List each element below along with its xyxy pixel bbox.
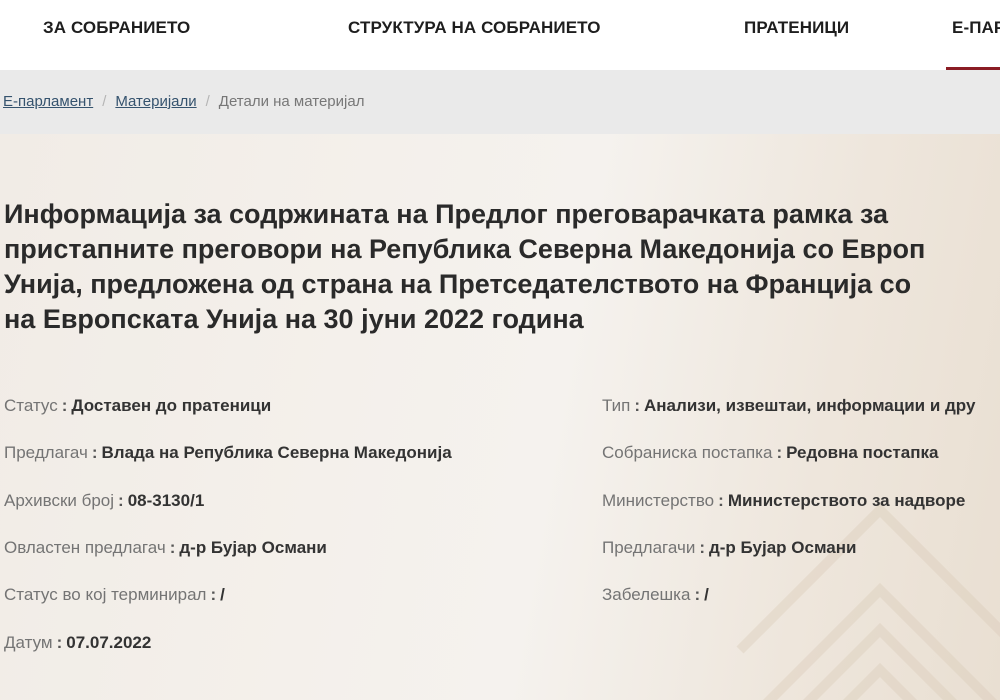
breadcrumb-bar: Е-парламент / Материјали / Детали на материј… <box>0 70 1000 134</box>
breadcrumb-link-e-parliament[interactable]: Е-парламент <box>3 93 93 110</box>
field-colon: : <box>91 443 98 462</box>
nav-item-mps[interactable]: ПРАТЕНИЦИ <box>744 18 849 38</box>
field-colon: : <box>776 443 783 462</box>
field-label: Собраниска постапка <box>602 443 773 462</box>
field-label: Статус во кој терминирал <box>4 585 207 604</box>
material-title: Информација за содржината на Предлог пре… <box>4 197 1000 337</box>
nav-item-about-assembly[interactable]: ЗА СОБРАНИЕТО <box>43 18 190 38</box>
field-type: Тип: Анализи, извештаи, информации и дру <box>602 396 975 416</box>
field-archive-number: Архивски број:08-3130/1 <box>4 491 204 511</box>
field-colon: : <box>718 491 724 510</box>
field-colon: : <box>634 396 641 415</box>
page: ЗА СОБРАНИЕТО СТРУКТУРА НА СОБРАНИЕТО ПР… <box>0 0 1000 700</box>
field-label: Забелешка <box>602 585 691 604</box>
field-colon: : <box>61 396 68 415</box>
field-label: Предлагачи <box>602 538 696 557</box>
field-proposer: Предлагач: Влада на Република Северна Мак… <box>4 443 452 463</box>
field-label: Тип <box>602 396 631 415</box>
material-details: Информација за содржината на Предлог пре… <box>0 134 1000 700</box>
field-assembly-procedure: Собраниска постапка: Редовна постапка <box>602 443 938 463</box>
field-value: 08-3130/1 <box>127 491 205 510</box>
field-value: / <box>220 585 225 604</box>
material-title-line: Информација за содржината на Предлог пре… <box>4 199 889 229</box>
field-label: Статус <box>4 396 58 415</box>
nav-item-assembly-structure[interactable]: СТРУКТУРА НА СОБРАНИЕТО <box>348 18 601 38</box>
field-label: Датум <box>4 633 53 652</box>
field-colon: : <box>210 585 217 604</box>
field-terminated-status: Статус во кој терминирал: / <box>4 585 225 605</box>
field-date: Датум:07.07.2022 <box>4 633 151 653</box>
field-value: / <box>704 585 709 604</box>
field-colon: : <box>118 491 124 510</box>
field-colon: : <box>694 585 701 604</box>
field-value: 07.07.2022 <box>66 633 152 652</box>
field-value: Анализи, извештаи, информации и дру <box>644 396 976 415</box>
nav-item-e-parliament[interactable]: Е-ПАРЛАМЕНТ <box>952 18 1000 38</box>
field-value: д-р Бујар Османи <box>708 538 857 557</box>
field-colon: : <box>169 538 176 557</box>
field-note: Забелешка: / <box>602 585 709 605</box>
breadcrumb-link-materials[interactable]: Материјали <box>115 93 196 110</box>
field-colon: : <box>56 633 63 652</box>
material-title-line: Унија, предложена од страна на Претседат… <box>4 269 912 299</box>
field-value: д-р Бујар Османи <box>179 538 327 557</box>
field-status: Статус: Доставен до пратеници <box>4 396 271 416</box>
field-label: Архивски број <box>4 491 115 510</box>
breadcrumb-separator: / <box>205 93 210 110</box>
field-label: Министерство <box>602 491 715 510</box>
field-value: Министерството за надворе <box>727 491 966 510</box>
material-title-line: на Европската Унија на 30 јуни 2022 годи… <box>4 304 584 334</box>
breadcrumb: Е-парламент / Материјали / Детали на материј… <box>3 93 364 110</box>
field-ministry: Министерство: Министерството за надворе <box>602 491 965 511</box>
top-navigation: ЗА СОБРАНИЕТО СТРУКТУРА НА СОБРАНИЕТО ПР… <box>0 0 1000 70</box>
field-value: Доставен до пратеници <box>71 396 272 415</box>
field-authorized-proposer: Овластен предлагач: д-р Бујар Османи <box>4 538 327 558</box>
material-title-line: пристапните преговори на Република Север… <box>4 234 926 264</box>
field-proposers: Предлагачи: д-р Бујар Османи <box>602 538 856 558</box>
field-label: Овластен предлагач <box>4 538 166 557</box>
breadcrumb-separator: / <box>102 93 107 110</box>
breadcrumb-current: Детали на материјал <box>218 93 365 110</box>
field-colon: : <box>699 538 705 557</box>
field-label: Предлагач <box>4 443 88 462</box>
field-value: Редовна постапка <box>786 443 939 462</box>
field-value: Влада на Република Северна Македонија <box>101 443 452 462</box>
